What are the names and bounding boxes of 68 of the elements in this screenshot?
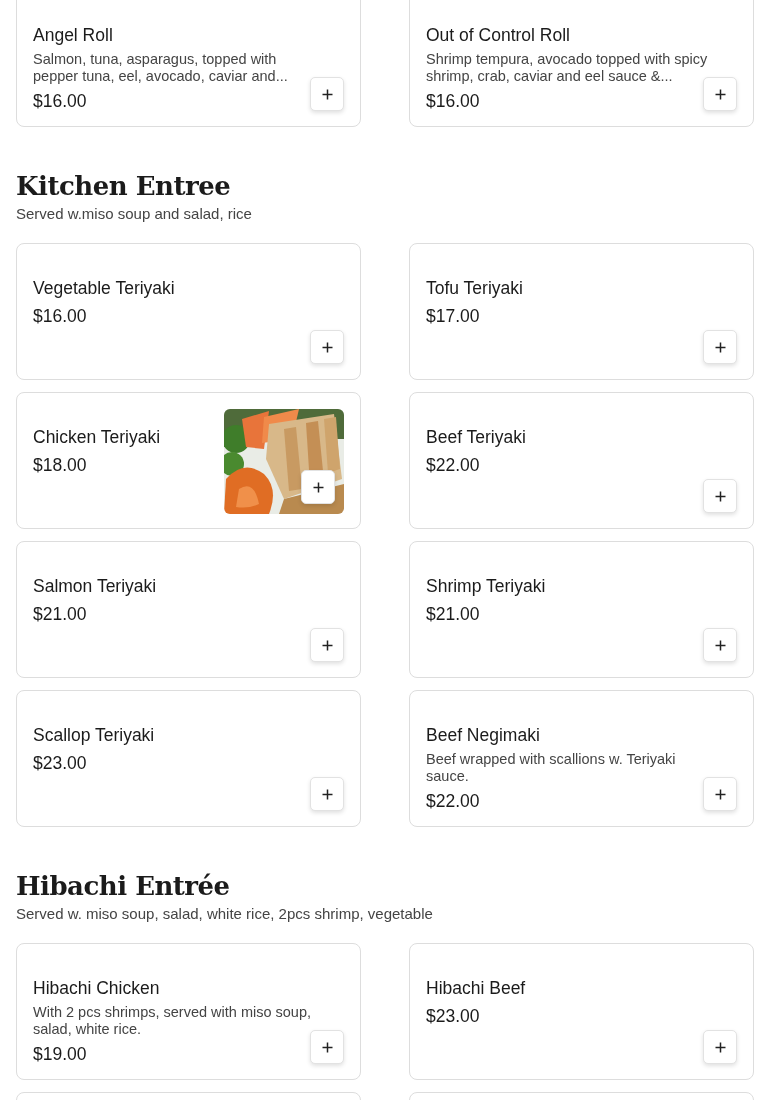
plus-icon [321, 1041, 333, 1053]
add-button[interactable] [703, 77, 737, 111]
menu-card[interactable]: Scallop Teriyaki $23.00 [16, 690, 361, 827]
add-button[interactable] [703, 479, 737, 513]
plus-icon [321, 341, 333, 353]
section-heading: Hibachi Entrée [16, 870, 231, 903]
dish-price: $16.00 [33, 91, 88, 111]
add-button[interactable] [703, 777, 737, 811]
dish-name: Hibachi Beef [426, 978, 527, 998]
dish-price: $17.00 [426, 306, 481, 326]
menu-card[interactable]: Vegetable Teriyaki $16.00 [16, 243, 361, 380]
dish-name: Hibachi Chicken [33, 978, 161, 998]
section-heading: Kitchen Entree [16, 170, 232, 203]
dish-price: $23.00 [33, 753, 88, 773]
plus-icon [714, 88, 726, 100]
dish-name: Angel Roll [33, 25, 114, 45]
plus-icon [714, 341, 726, 353]
menu-card[interactable]: Shrimp Teriyaki $21.00 [409, 541, 754, 678]
menu-card[interactable]: Beef Teriyaki $22.00 [409, 392, 754, 529]
plus-icon [714, 490, 726, 502]
dish-description: With 2 pcs shrimps, served with miso soup, salad, white rice. [33, 1004, 312, 1038]
add-button[interactable] [310, 1030, 344, 1064]
menu-card[interactable]: Hibachi Beef $23.00 [409, 943, 754, 1080]
plus-icon [714, 788, 726, 800]
plus-icon [714, 1041, 726, 1053]
dish-price: $21.00 [33, 604, 88, 624]
dish-price: $21.00 [426, 604, 481, 624]
dish-price: $19.00 [33, 1044, 88, 1064]
menu-card[interactable]: Chicken Teriyaki $18.00 [16, 392, 361, 529]
dish-price: $18.00 [33, 455, 88, 475]
menu-card[interactable]: Tofu Teriyaki $17.00 [409, 243, 754, 380]
add-button[interactable] [310, 330, 344, 364]
dish-name: Out of Control Roll [426, 25, 571, 45]
add-button[interactable] [310, 628, 344, 662]
dish-name: Beef Negimaki [426, 725, 541, 745]
add-button[interactable] [703, 628, 737, 662]
menu-card[interactable]: Angel Roll Salmon, tuna, asparagus, topped with pepper tuna, eel, avocado, caviar and... $16.00 [16, 0, 361, 127]
dish-name: Salmon Teriyaki [33, 576, 158, 596]
dish-name: Vegetable Teriyaki [33, 278, 176, 298]
add-button[interactable] [310, 777, 344, 811]
dish-price: $22.00 [426, 455, 481, 475]
plus-icon [321, 639, 333, 651]
plus-icon [714, 639, 726, 651]
add-button[interactable] [301, 470, 335, 504]
dish-price: $23.00 [426, 1006, 481, 1026]
dish-name: Beef Teriyaki [426, 427, 527, 447]
menu-card[interactable]: Beef Negimaki Beef wrapped with scallions w. Teriyaki sauce. $22.00 [409, 690, 754, 827]
dish-name: Scallop Teriyaki [33, 725, 156, 745]
dish-name: Tofu Teriyaki [426, 278, 524, 298]
dish-description: Beef wrapped with scallions w. Teriyaki sauce. [426, 751, 677, 785]
dish-price: $22.00 [426, 791, 481, 811]
add-button[interactable] [703, 1030, 737, 1064]
plus-icon [321, 788, 333, 800]
dish-name: Shrimp Teriyaki [426, 576, 547, 596]
menu-card[interactable]: Hibachi Chicken With 2 pcs shrimps, served with miso soup, salad, white rice. $19.00 [16, 943, 361, 1080]
dish-price: $16.00 [33, 306, 88, 326]
dish-description: Shrimp tempura, avocado topped with spicy shrimp, crab, caviar and eel sauce &... [426, 51, 709, 85]
section-subtitle: Served w. miso soup, salad, white rice, 2pcs shrimp, vegetable [16, 904, 434, 924]
dish-price: $16.00 [426, 91, 481, 111]
add-button[interactable] [703, 330, 737, 364]
menu-card[interactable]: Out of Control Roll Shrimp tempura, avocado topped with spicy shrimp, crab, caviar and eel sauce &... $16.00 [409, 0, 754, 127]
menu-card[interactable]: Salmon Teriyaki $21.00 [16, 541, 361, 678]
plus-icon [312, 481, 324, 493]
dish-name: Chicken Teriyaki [33, 427, 162, 447]
plus-icon [321, 88, 333, 100]
section-subtitle: Served w.miso soup and salad, rice [16, 204, 253, 224]
dish-description: Salmon, tuna, asparagus, topped with pepper tuna, eel, avocado, caviar and... [33, 51, 289, 85]
add-button[interactable] [310, 77, 344, 111]
